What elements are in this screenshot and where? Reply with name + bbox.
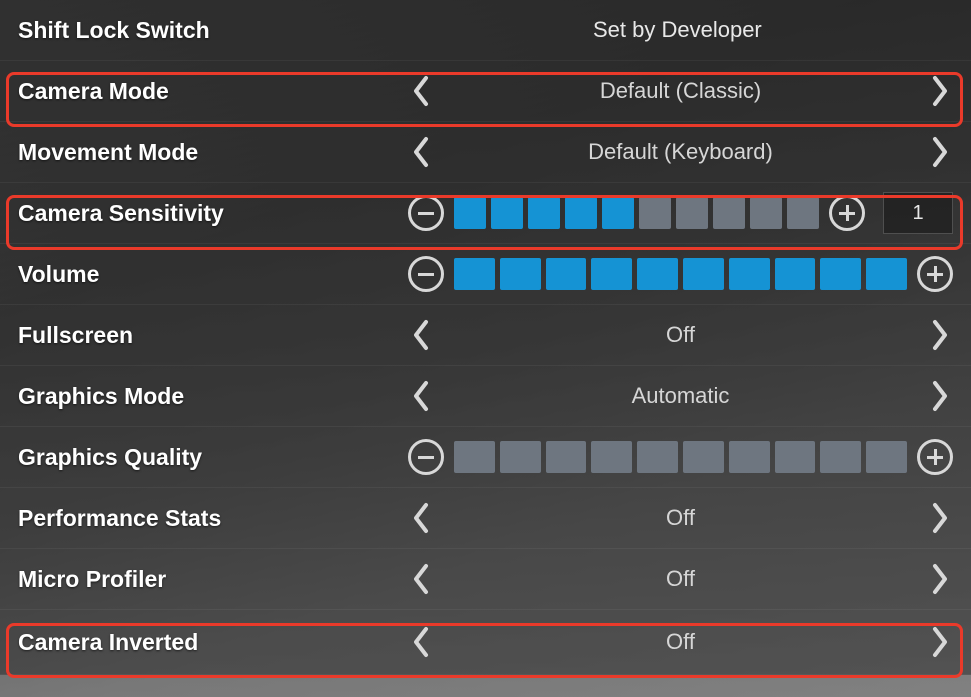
chevron-left-icon[interactable]	[404, 501, 438, 535]
row-camera-mode: Camera Mode Default (Classic)	[0, 61, 971, 122]
row-volume: Volume	[0, 244, 971, 305]
chevron-right-icon[interactable]	[923, 318, 957, 352]
slider-volume[interactable]	[454, 258, 907, 290]
slider-segment	[750, 197, 782, 229]
slider-segment	[546, 441, 587, 473]
chevron-left-icon[interactable]	[404, 135, 438, 169]
slider-segment	[729, 258, 770, 290]
settings-list: Shift Lock Switch Set by Developer Camer…	[0, 0, 971, 697]
row-micro-profiler: Micro Profiler Off	[0, 549, 971, 610]
slider-segment	[565, 197, 597, 229]
slider-segment	[820, 258, 861, 290]
value-movement-mode: Default (Keyboard)	[438, 139, 923, 165]
row-fullscreen: Fullscreen Off	[0, 305, 971, 366]
minus-icon[interactable]	[408, 439, 444, 475]
chevron-left-icon[interactable]	[404, 74, 438, 108]
label-camera-sensitivity: Camera Sensitivity	[18, 200, 408, 227]
slider-camera-sensitivity[interactable]	[454, 197, 819, 229]
label-camera-mode: Camera Mode	[18, 78, 408, 105]
chevron-left-icon[interactable]	[404, 625, 438, 659]
plus-icon[interactable]	[917, 439, 953, 475]
slider-segment	[602, 197, 634, 229]
slider-segment	[866, 441, 907, 473]
chevron-left-icon[interactable]	[404, 562, 438, 596]
slider-segment	[591, 258, 632, 290]
minus-icon[interactable]	[408, 195, 444, 231]
slider-segment	[454, 441, 495, 473]
slider-segment	[787, 197, 819, 229]
slider-segment	[639, 197, 671, 229]
chevron-right-icon[interactable]	[923, 135, 957, 169]
slider-segment	[500, 441, 541, 473]
slider-segment	[683, 258, 724, 290]
slider-segment	[775, 258, 816, 290]
chevron-left-icon[interactable]	[404, 318, 438, 352]
slider-segment	[820, 441, 861, 473]
row-camera-sensitivity: Camera Sensitivity	[0, 183, 971, 244]
slider-segment	[866, 258, 907, 290]
slider-segment	[500, 258, 541, 290]
camera-sensitivity-input[interactable]	[883, 192, 953, 234]
label-camera-inverted: Camera Inverted	[18, 629, 408, 656]
chevron-right-icon[interactable]	[923, 625, 957, 659]
row-performance-stats: Performance Stats Off	[0, 488, 971, 549]
label-graphics-mode: Graphics Mode	[18, 383, 408, 410]
row-camera-inverted: Camera Inverted Off	[0, 610, 971, 675]
label-movement-mode: Movement Mode	[18, 139, 408, 166]
label-performance-stats: Performance Stats	[18, 505, 408, 532]
value-micro-profiler: Off	[438, 566, 923, 592]
value-camera-inverted: Off	[438, 629, 923, 655]
slider-segment	[454, 258, 495, 290]
chevron-right-icon[interactable]	[923, 379, 957, 413]
plus-icon[interactable]	[829, 195, 865, 231]
slider-segment	[591, 441, 632, 473]
row-graphics-mode: Graphics Mode Automatic	[0, 366, 971, 427]
slider-segment	[491, 197, 523, 229]
chevron-right-icon[interactable]	[923, 74, 957, 108]
label-graphics-quality: Graphics Quality	[18, 444, 408, 471]
slider-segment	[454, 197, 486, 229]
slider-segment	[637, 258, 678, 290]
slider-segment	[775, 441, 816, 473]
slider-segment	[637, 441, 678, 473]
value-camera-mode: Default (Classic)	[438, 78, 923, 104]
slider-segment	[546, 258, 587, 290]
label-volume: Volume	[18, 261, 408, 288]
value-fullscreen: Off	[438, 322, 923, 348]
row-graphics-quality: Graphics Quality	[0, 427, 971, 488]
plus-icon[interactable]	[917, 256, 953, 292]
slider-segment	[729, 441, 770, 473]
chevron-right-icon[interactable]	[923, 562, 957, 596]
label-fullscreen: Fullscreen	[18, 322, 408, 349]
slider-segment	[713, 197, 745, 229]
row-shift-lock: Shift Lock Switch Set by Developer	[0, 0, 971, 61]
slider-segment	[683, 441, 724, 473]
chevron-right-icon[interactable]	[923, 501, 957, 535]
minus-icon[interactable]	[408, 256, 444, 292]
slider-segment	[528, 197, 560, 229]
row-movement-mode: Movement Mode Default (Keyboard)	[0, 122, 971, 183]
slider-graphics-quality[interactable]	[454, 441, 907, 473]
value-performance-stats: Off	[438, 505, 923, 531]
value-graphics-mode: Automatic	[438, 383, 923, 409]
value-shift-lock: Set by Developer	[593, 17, 762, 43]
label-shift-lock: Shift Lock Switch	[18, 17, 408, 44]
slider-segment	[676, 197, 708, 229]
label-micro-profiler: Micro Profiler	[18, 566, 408, 593]
chevron-left-icon[interactable]	[404, 379, 438, 413]
